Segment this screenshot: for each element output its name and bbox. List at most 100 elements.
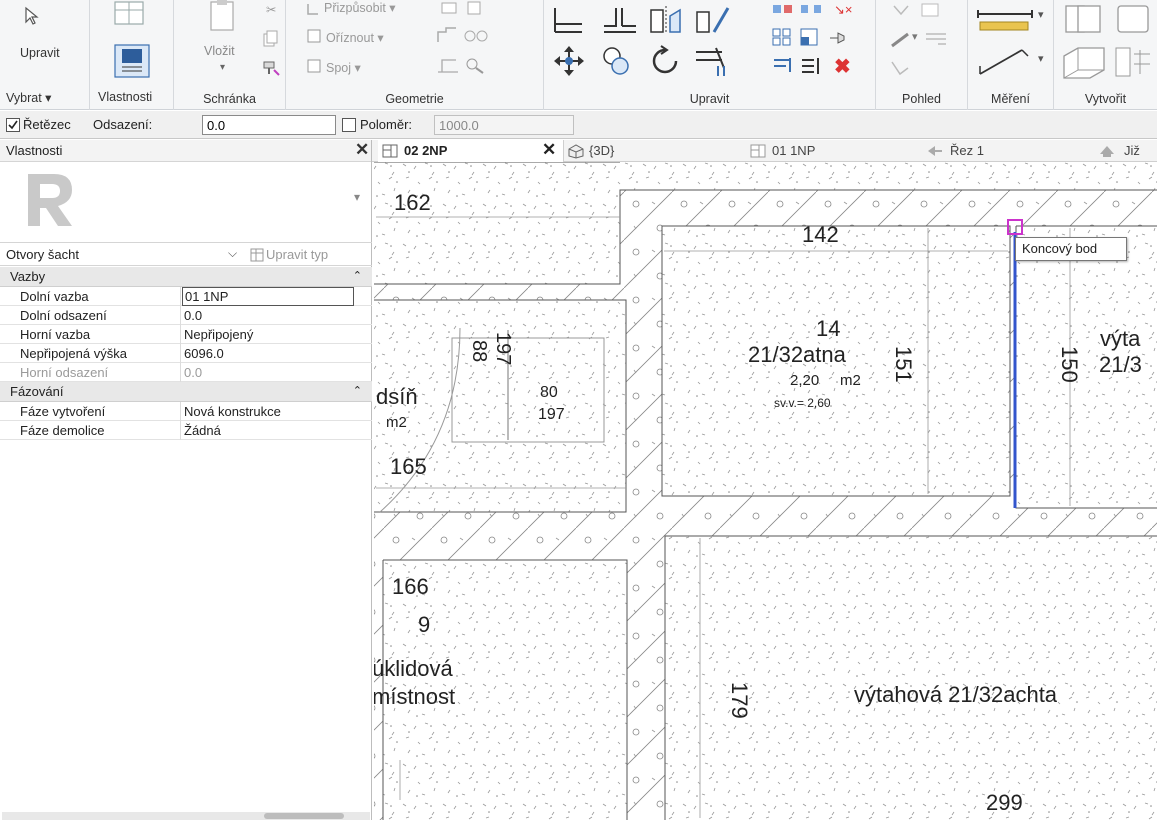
property-value[interactable]: Nová konstrukce [184, 404, 281, 419]
property-value[interactable]: Nepřipojený [184, 327, 253, 342]
cursor-icon[interactable] [22, 6, 42, 26]
type-selector-preview[interactable]: ▾ [0, 162, 372, 242]
room-height-label[interactable]: sv.v.= 2,60 [774, 396, 831, 410]
align-icon[interactable] [552, 4, 586, 36]
tab-other[interactable]: Již [1092, 140, 1157, 162]
array-icon[interactable] [772, 28, 792, 46]
match-properties-icon[interactable] [262, 58, 280, 76]
pin-icon[interactable] [828, 30, 848, 46]
room-name-label[interactable]: 21/3 [1099, 352, 1142, 378]
room-name-label[interactable]: výtahová 21/32achta [854, 682, 1057, 708]
close-icon[interactable]: ✕ [355, 140, 369, 160]
room-name-label[interactable]: dsíň [376, 384, 418, 410]
dimension-label[interactable]: 151 [890, 346, 916, 383]
mirror-draw-icon[interactable] [694, 4, 730, 36]
close-tab-icon[interactable]: ✕ [542, 140, 556, 160]
property-row[interactable]: Fáze vytvoření Nová konstrukce [0, 402, 372, 421]
dimension-icon[interactable] [976, 44, 1032, 78]
room-number-label[interactable]: 299 [986, 790, 1023, 816]
property-value-input[interactable]: 01 1NP [182, 287, 354, 306]
property-row[interactable]: Fáze demolice Žádná [0, 421, 372, 440]
type-selector-dropdown-icon[interactable]: ▾ [354, 190, 360, 204]
room-number-label[interactable]: 9 [418, 612, 430, 638]
linework-icon[interactable] [890, 30, 912, 48]
room-number-label[interactable]: 165 [390, 454, 427, 480]
create-assembly-icon[interactable] [1064, 2, 1104, 36]
property-value[interactable]: Žádná [184, 423, 221, 438]
dimension-label[interactable]: 197 [491, 332, 514, 365]
offset-input[interactable] [202, 115, 336, 135]
property-row[interactable]: Horní vazba Nepřipojený [0, 325, 372, 344]
dimension-label[interactable]: 150 [1056, 346, 1082, 383]
linework-dropdown-icon[interactable]: ▾ [912, 30, 918, 43]
room-name-label[interactable]: úklidová [374, 656, 453, 682]
cut-icon[interactable]: ✂ [266, 2, 276, 17]
create-similar-icon[interactable] [1114, 44, 1154, 80]
split-icon[interactable] [772, 2, 794, 16]
demolish-icon[interactable] [462, 28, 490, 44]
cope-icon[interactable] [306, 2, 320, 16]
group-header-constraints[interactable]: Vazby ⌃ [0, 267, 372, 287]
properties-icon[interactable] [114, 44, 150, 78]
cut-geometry-dropdown[interactable]: Oříznout ▾ [326, 30, 384, 45]
room-number-label[interactable]: 162 [394, 190, 431, 216]
measure-dropdown-icon[interactable]: ▾ [1038, 8, 1044, 21]
select-dropdown[interactable]: Vybrat ▾ [6, 90, 51, 105]
mirror-axis-icon[interactable] [648, 4, 684, 36]
tab-01-1np[interactable]: 01 1NP [746, 140, 906, 162]
room-number-label[interactable]: 14 [816, 316, 840, 342]
create-parts-icon[interactable] [1114, 2, 1154, 36]
tab-3d[interactable]: {3D} [565, 140, 745, 162]
pick-icon[interactable] [464, 56, 486, 74]
property-row[interactable]: Dolní vazba 01 1NP [0, 287, 372, 306]
edit-type-button[interactable]: Upravit typ [266, 247, 328, 262]
radius-input[interactable] [434, 115, 574, 135]
cut-geometry-icon[interactable] [306, 28, 322, 44]
beam-join-icon[interactable] [436, 56, 460, 74]
tab-02-2np[interactable]: 02 2NP ✕ [378, 140, 564, 162]
join-icon[interactable] [306, 58, 322, 74]
paste-button[interactable]: Vložit [204, 44, 235, 58]
properties-button[interactable]: Vlastnosti [98, 90, 152, 104]
property-row[interactable]: Nepřipojená výška 6096.0 [0, 344, 372, 363]
rotate-icon[interactable] [648, 44, 682, 78]
wall-joins-icon[interactable] [436, 26, 458, 44]
collapse-icon[interactable]: ⌃ [353, 384, 362, 397]
view-temp-icon[interactable] [890, 58, 912, 76]
property-value[interactable]: 0.0 [184, 308, 202, 323]
properties-scrollbar[interactable] [2, 812, 370, 820]
unpin-icon[interactable]: ↘× [834, 2, 852, 18]
dimension-label[interactable]: 179 [726, 682, 752, 719]
room-name-label[interactable]: místnost [374, 684, 455, 710]
measure-between-icon[interactable] [974, 6, 1036, 40]
dimension-label[interactable]: 88 [467, 340, 490, 362]
dimension-dropdown-icon[interactable]: ▾ [1038, 52, 1044, 65]
split-gap-icon[interactable] [800, 2, 822, 16]
radius-checkbox[interactable] [342, 118, 356, 132]
copy-icon[interactable] [262, 30, 278, 48]
property-row[interactable]: Dolní odsazení 0.0 [0, 306, 372, 325]
group-header-phasing[interactable]: Fázování ⌃ [0, 382, 372, 402]
fit-dropdown[interactable]: Přizpůsobit ▾ [324, 0, 396, 15]
scale-icon[interactable] [800, 28, 820, 46]
dimension-label[interactable]: 80 [540, 384, 558, 402]
hide-icon[interactable] [890, 4, 912, 18]
instance-dropdown-icon[interactable]: ⌵ [228, 246, 237, 261]
dimension-label[interactable]: 197 [538, 406, 565, 424]
trim-extend-icon[interactable] [694, 44, 730, 78]
room-name-label[interactable]: 21/32atna [748, 342, 846, 368]
collapse-icon[interactable]: ⌃ [353, 269, 362, 282]
copy-element-icon[interactable] [600, 44, 634, 78]
create-group-icon[interactable] [1062, 44, 1106, 80]
modify-button[interactable]: Upravit [20, 46, 60, 60]
paint-icon[interactable] [440, 0, 460, 16]
room-number-label[interactable]: 142 [802, 222, 839, 248]
offset-icon[interactable] [600, 4, 640, 36]
room-number-label[interactable]: 166 [392, 574, 429, 600]
delete-icon[interactable]: ✖ [834, 54, 851, 79]
chain-checkbox[interactable] [6, 118, 20, 132]
room-area-label[interactable]: 2,20 [790, 372, 819, 389]
move-icon[interactable] [552, 44, 586, 78]
filter-lines-icon[interactable] [924, 30, 950, 46]
tab-section-1[interactable]: Řez 1 [922, 140, 1082, 162]
